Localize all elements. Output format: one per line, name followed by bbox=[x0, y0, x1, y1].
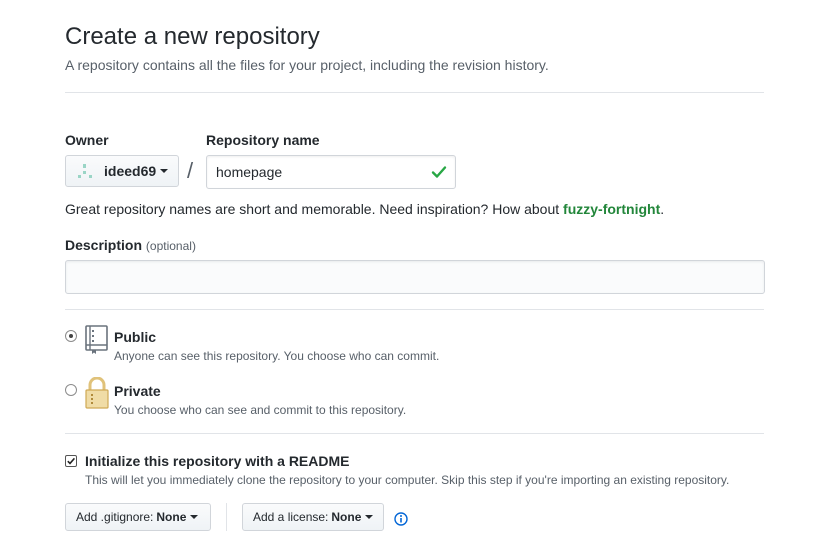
description-label: Description (optional) bbox=[65, 237, 196, 253]
owner-name: ideed69 bbox=[104, 163, 157, 179]
repo-name-label: Repository name bbox=[206, 132, 320, 148]
public-title: Public bbox=[114, 329, 157, 345]
readme-label: Initialize this repository with a README bbox=[85, 453, 350, 469]
button-separator bbox=[226, 503, 227, 531]
public-note: Anyone can see this repository. You choo… bbox=[114, 349, 440, 363]
owner-repo-separator: / bbox=[187, 158, 194, 183]
private-radio[interactable] bbox=[65, 384, 77, 396]
header-divider bbox=[65, 92, 764, 93]
check-icon bbox=[431, 166, 447, 178]
name-suggestion[interactable]: fuzzy-fortnight bbox=[563, 201, 660, 217]
readme-note: This will let you immediately clone the … bbox=[85, 473, 730, 487]
private-title: Private bbox=[114, 383, 161, 399]
repository-name-input[interactable]: homepage bbox=[206, 155, 456, 189]
name-hint: Great repository names are short and mem… bbox=[65, 201, 665, 217]
owner-select[interactable]: ideed69 bbox=[65, 155, 179, 187]
optional-tag: (optional) bbox=[145, 239, 196, 253]
caret-down-icon bbox=[365, 515, 374, 519]
divider bbox=[65, 309, 764, 310]
lock-icon bbox=[85, 377, 109, 409]
caret-down-icon bbox=[160, 169, 169, 173]
gitignore-select[interactable]: Add .gitignore: None bbox=[65, 503, 211, 531]
page-title: Create a new repository bbox=[65, 23, 320, 50]
private-note: You choose who can see and commit to thi… bbox=[114, 403, 407, 417]
public-radio[interactable] bbox=[65, 330, 77, 342]
info-icon[interactable] bbox=[394, 512, 408, 526]
repo-book-icon bbox=[85, 325, 108, 354]
identicon-avatar bbox=[78, 164, 92, 178]
divider bbox=[65, 433, 764, 434]
readme-checkbox[interactable] bbox=[65, 455, 77, 467]
owner-label: Owner bbox=[65, 132, 109, 148]
checkmark-icon bbox=[67, 457, 76, 465]
license-select[interactable]: Add a license: None bbox=[242, 503, 384, 531]
page-subtitle: A repository contains all the files for … bbox=[65, 57, 549, 73]
description-input[interactable] bbox=[65, 260, 765, 294]
caret-down-icon bbox=[190, 515, 199, 519]
